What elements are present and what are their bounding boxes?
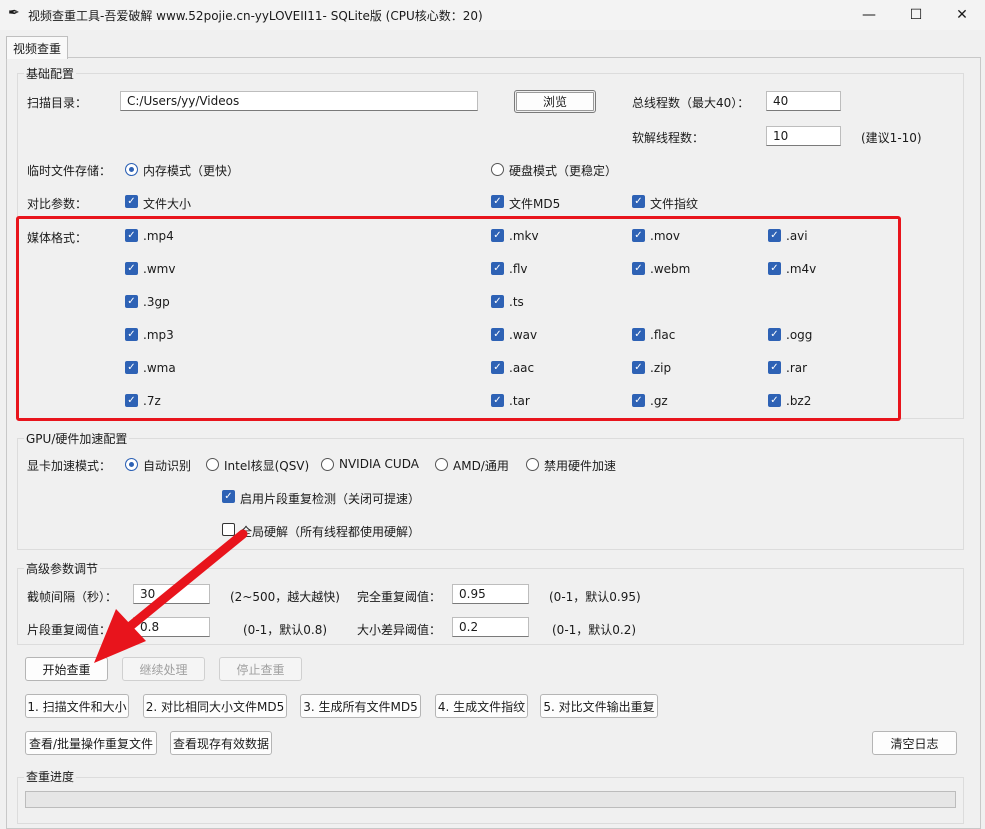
annotation-arrow-icon <box>94 529 248 663</box>
